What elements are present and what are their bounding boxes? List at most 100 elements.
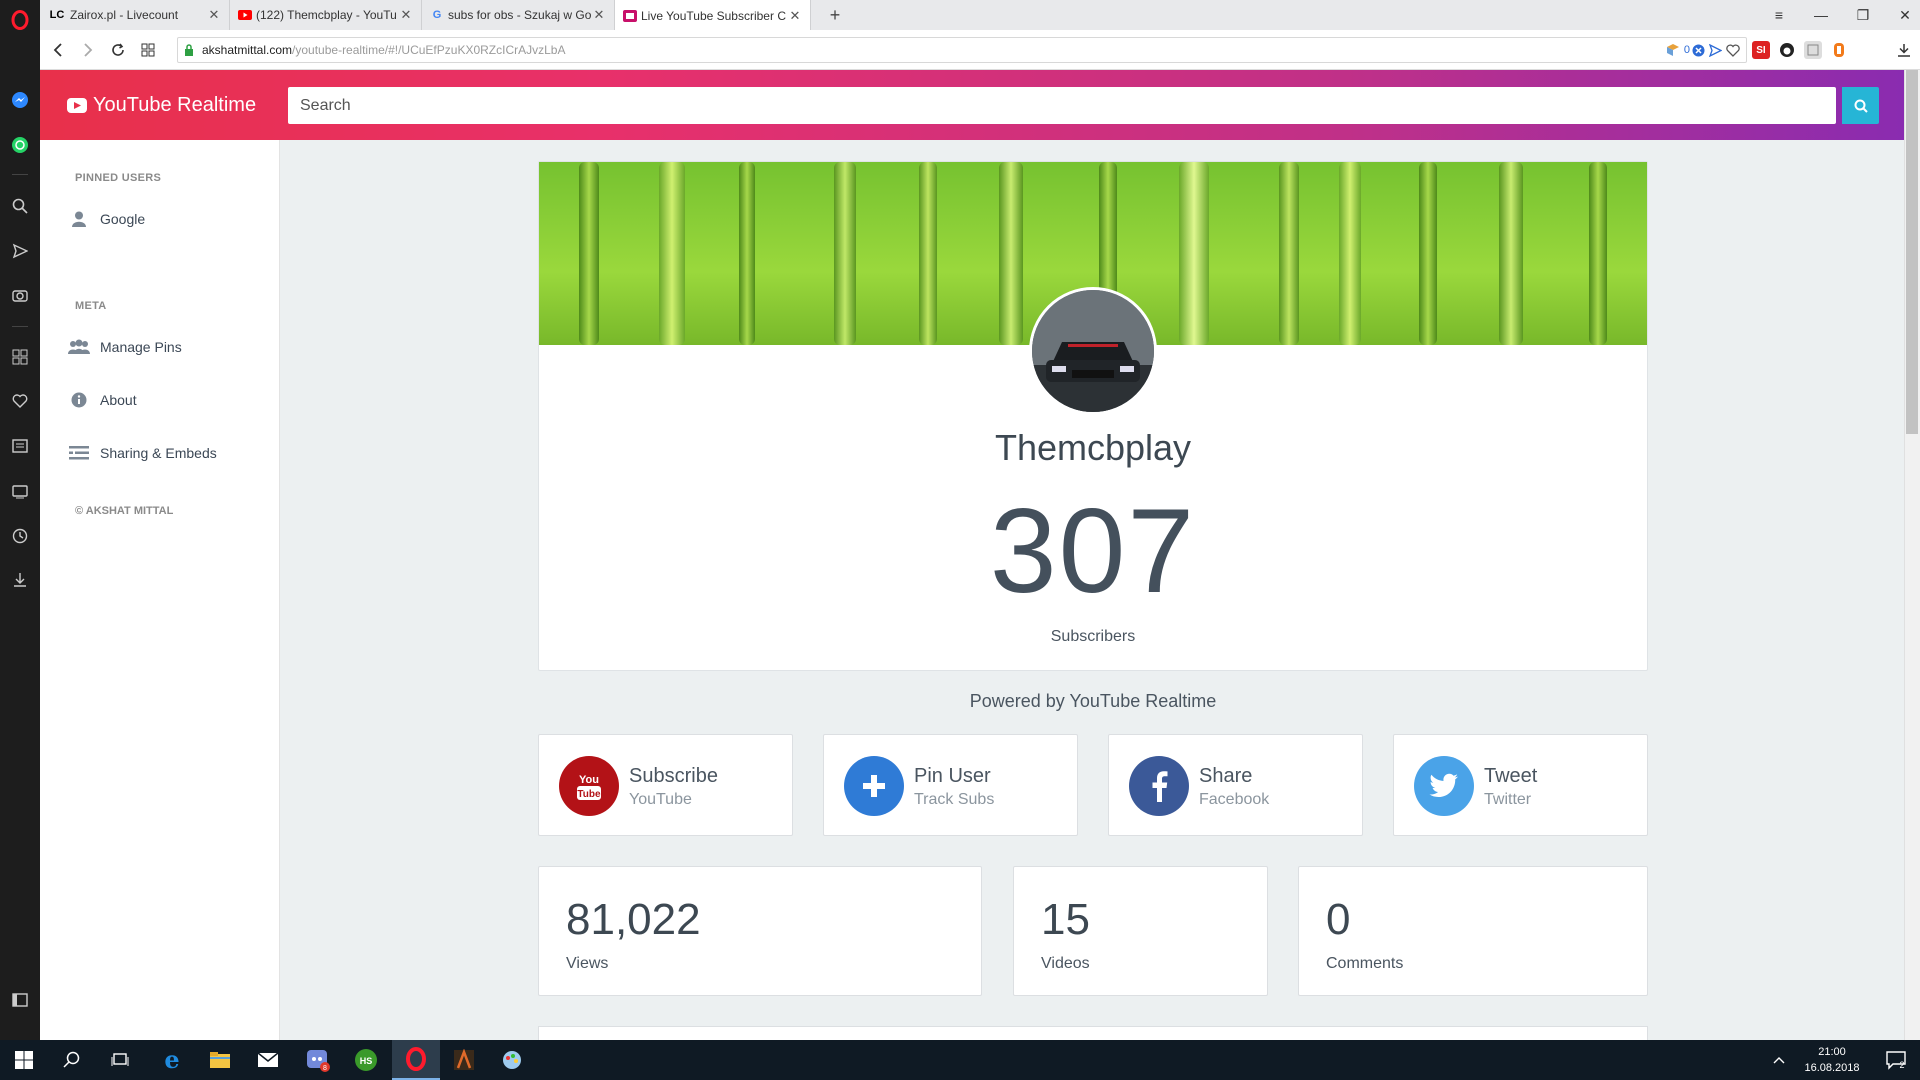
app-header: YouTube Realtime bbox=[40, 70, 1904, 140]
subscriber-count: 307 bbox=[989, 484, 1197, 618]
mail-icon[interactable] bbox=[244, 1040, 292, 1080]
opera-logo-icon[interactable] bbox=[10, 10, 30, 30]
extension-orange-icon[interactable] bbox=[1830, 41, 1848, 59]
tab-youtube-channel[interactable]: (122) Themcbplay - YouTu ✕ bbox=[230, 0, 422, 30]
stat-label: Comments bbox=[1326, 955, 1404, 972]
brand-logo[interactable]: YouTube Realtime bbox=[67, 94, 256, 117]
opera-sidebar bbox=[0, 0, 40, 1040]
close-window-button[interactable]: ✕ bbox=[1884, 0, 1920, 30]
windows-taskbar: e 8 HS 21:00 16.08.2018 2 bbox=[0, 1040, 1920, 1080]
tab-title: (122) Themcbplay - YouTu bbox=[256, 8, 397, 22]
tab-live-subscriber[interactable]: Live YouTube Subscriber C ✕ bbox=[615, 0, 811, 31]
github-icon[interactable] bbox=[1778, 41, 1796, 59]
history-icon[interactable] bbox=[10, 526, 30, 546]
pinned-users-heading: PINNED USERS bbox=[75, 172, 162, 184]
task-view-icon[interactable] bbox=[96, 1040, 144, 1080]
tab-zairox[interactable]: LC Zairox.pl - Livecount ✕ bbox=[40, 0, 230, 30]
stat-value: 81,022 bbox=[566, 895, 701, 944]
send-icon[interactable] bbox=[10, 241, 30, 261]
tabs-icon[interactable] bbox=[10, 481, 30, 501]
powered-by: Powered by YouTube Realtime bbox=[969, 691, 1217, 711]
search-icon[interactable] bbox=[48, 1040, 96, 1080]
tray-chevron-icon[interactable] bbox=[1764, 1040, 1794, 1080]
speed-dial-button[interactable] bbox=[136, 38, 160, 62]
close-icon[interactable]: ✕ bbox=[399, 7, 413, 23]
url-field[interactable]: akshatmittal.com/youtube-realtime/#!/UCu… bbox=[177, 37, 1747, 63]
close-icon[interactable]: ✕ bbox=[788, 8, 802, 24]
opera-taskbar-icon[interactable] bbox=[392, 1040, 440, 1080]
tab-title: Live YouTube Subscriber C bbox=[641, 8, 786, 23]
action-subtitle: YouTube bbox=[629, 791, 692, 808]
channel-avatar[interactable] bbox=[1029, 287, 1157, 415]
google-icon: G bbox=[432, 9, 442, 21]
meta-item-label: Manage Pins bbox=[100, 339, 182, 355]
hs-app-icon[interactable]: HS bbox=[342, 1040, 390, 1080]
meta-item-label: About bbox=[100, 392, 137, 408]
action-title: Pin User bbox=[914, 765, 991, 787]
meta-item-manage-pins[interactable]: Manage Pins bbox=[68, 338, 182, 356]
pinned-user-google[interactable]: Google bbox=[68, 210, 145, 228]
system-clock[interactable]: 21:00 16.08.2018 bbox=[1800, 1044, 1864, 1076]
tab-menu-icon[interactable]: ≡ bbox=[1758, 0, 1800, 30]
discord-icon[interactable]: 8 bbox=[294, 1040, 342, 1080]
start-button[interactable] bbox=[0, 1040, 48, 1080]
app-red-icon[interactable] bbox=[440, 1040, 488, 1080]
close-icon[interactable]: ✕ bbox=[592, 7, 606, 23]
share-card[interactable]: Share Facebook bbox=[1108, 734, 1363, 836]
youtube-icon bbox=[238, 8, 252, 22]
user-icon bbox=[68, 210, 90, 228]
sidebar-toggle-icon[interactable] bbox=[10, 990, 30, 1010]
restore-button[interactable]: ❐ bbox=[1842, 0, 1884, 30]
stat-value: 0 bbox=[1326, 895, 1351, 944]
svg-text:Tube: Tube bbox=[577, 789, 601, 800]
action-subtitle: Twitter bbox=[1484, 791, 1532, 808]
meta-item-about[interactable]: About bbox=[68, 391, 137, 409]
bookmark-heart-icon[interactable] bbox=[1726, 43, 1740, 57]
download-button[interactable] bbox=[1892, 38, 1916, 62]
info-icon bbox=[68, 391, 90, 409]
reload-button[interactable] bbox=[106, 38, 130, 62]
downloads-icon[interactable] bbox=[10, 570, 30, 590]
close-icon[interactable]: ✕ bbox=[207, 7, 221, 23]
pin-user-card[interactable]: Pin User Track Subs bbox=[823, 734, 1078, 836]
videos-stat: 15 Videos bbox=[1013, 866, 1268, 996]
url-host: akshatmittal.com bbox=[202, 43, 293, 57]
new-tab-button[interactable]: + bbox=[824, 4, 846, 26]
tab-bar: LC Zairox.pl - Livecount ✕ (122) Themcbp… bbox=[40, 0, 1920, 31]
search-icon[interactable] bbox=[10, 196, 30, 216]
svg-text:You: You bbox=[579, 774, 599, 786]
svg-text:HS: HS bbox=[360, 1056, 373, 1066]
extension-si-icon[interactable]: SI bbox=[1752, 41, 1770, 59]
clock-date: 16.08.2018 bbox=[1804, 1062, 1860, 1074]
forward-button[interactable] bbox=[76, 38, 100, 62]
file-explorer-icon[interactable] bbox=[196, 1040, 244, 1080]
tweet-card[interactable]: Tweet Twitter bbox=[1393, 734, 1648, 836]
minimize-button[interactable]: — bbox=[1800, 0, 1842, 30]
tab-google-search[interactable]: G subs for obs - Szukaj w Go ✕ bbox=[422, 0, 615, 30]
stat-value: 15 bbox=[1041, 895, 1090, 944]
heart-icon[interactable] bbox=[10, 391, 30, 411]
scrollbar-thumb[interactable] bbox=[1906, 70, 1918, 434]
vpn-badge-icon[interactable] bbox=[1666, 43, 1680, 57]
channel-name: Themcbplay bbox=[994, 427, 1192, 468]
extension-grey-icon[interactable] bbox=[1804, 41, 1822, 59]
news-icon[interactable] bbox=[10, 436, 30, 456]
subscribe-card[interactable]: You Tube Subscribe YouTube bbox=[538, 734, 793, 836]
search-input[interactable] bbox=[288, 87, 1836, 124]
whatsapp-icon[interactable] bbox=[10, 135, 30, 155]
search-button[interactable] bbox=[1842, 87, 1879, 124]
send-page-icon[interactable] bbox=[1709, 43, 1722, 57]
speed-dial-icon[interactable] bbox=[10, 347, 30, 367]
messenger-icon[interactable] bbox=[10, 90, 30, 110]
back-button[interactable] bbox=[46, 38, 70, 62]
address-bar: akshatmittal.com/youtube-realtime/#!/UCu… bbox=[40, 30, 1920, 70]
adblock-icon[interactable] bbox=[1692, 44, 1705, 57]
camera-icon[interactable] bbox=[10, 285, 30, 305]
youtube-logo-icon bbox=[67, 98, 87, 113]
left-navigation: PINNED USERS Google META Manage Pins Abo… bbox=[40, 140, 280, 1040]
list-icon bbox=[68, 444, 90, 462]
paint-app-icon[interactable] bbox=[488, 1040, 536, 1080]
edge-icon[interactable]: e bbox=[148, 1040, 196, 1080]
meta-item-sharing[interactable]: Sharing & Embeds bbox=[68, 444, 217, 462]
notifications-icon[interactable]: 2 bbox=[1872, 1040, 1920, 1080]
